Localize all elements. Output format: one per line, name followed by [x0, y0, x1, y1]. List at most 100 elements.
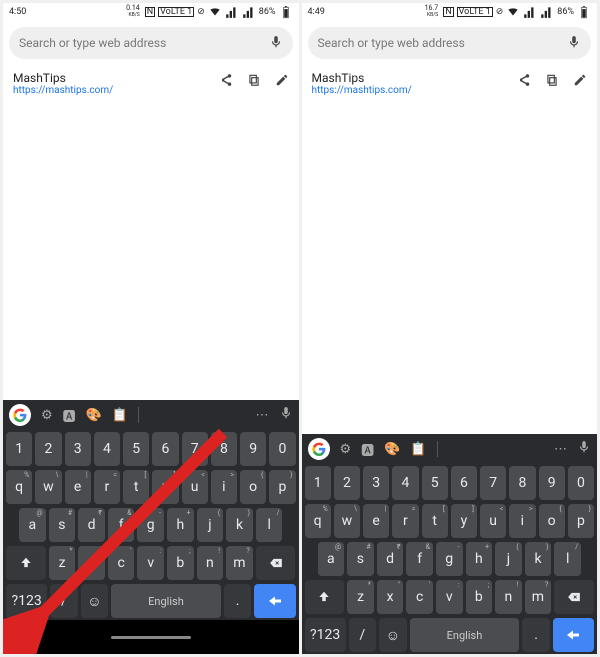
- key-1[interactable]: 1: [6, 432, 32, 466]
- key-x[interactable]: x": [78, 546, 105, 580]
- gesture-pill[interactable]: [111, 636, 191, 639]
- key-z[interactable]: z*: [49, 546, 76, 580]
- mic-icon[interactable]: [269, 35, 283, 52]
- gear-icon[interactable]: ⚙: [340, 442, 352, 457]
- edit-icon[interactable]: [275, 73, 289, 91]
- key-[interactable]: .: [522, 618, 549, 652]
- key-6[interactable]: 6: [152, 432, 178, 466]
- enter-key[interactable]: [553, 618, 594, 652]
- key-c[interactable]: c': [406, 580, 433, 614]
- key-n[interactable]: n!: [197, 546, 224, 580]
- key-a[interactable]: a@: [318, 542, 345, 576]
- mic-icon[interactable]: [567, 35, 581, 52]
- key-b[interactable]: b;: [466, 580, 493, 614]
- address-bar[interactable]: Search or type web address: [308, 27, 592, 59]
- key-123[interactable]: ?123: [6, 584, 47, 618]
- key-8[interactable]: 8: [211, 432, 237, 466]
- key-t[interactable]: t[: [123, 470, 149, 504]
- chevron-down-icon[interactable]: ⌄: [13, 634, 23, 648]
- key-5[interactable]: 5: [422, 466, 448, 500]
- shift-key[interactable]: [6, 546, 46, 580]
- key-i[interactable]: i>: [509, 504, 535, 538]
- key-h[interactable]: h+: [466, 542, 493, 576]
- key-m[interactable]: m?: [226, 546, 253, 580]
- key-u[interactable]: u<: [480, 504, 506, 538]
- key-d[interactable]: d₹: [377, 542, 404, 576]
- gear-icon[interactable]: ⚙: [41, 408, 53, 423]
- key-r[interactable]: r=: [392, 504, 418, 538]
- key-0[interactable]: 0: [568, 466, 594, 500]
- key-c[interactable]: c': [108, 546, 135, 580]
- key-h[interactable]: h+: [167, 508, 194, 542]
- key-g[interactable]: g-: [137, 508, 164, 542]
- key-English[interactable]: English: [410, 618, 520, 652]
- enter-key[interactable]: [254, 584, 295, 618]
- key-b[interactable]: b;: [167, 546, 194, 580]
- address-bar[interactable]: Search or type web address: [9, 27, 293, 59]
- key-7[interactable]: 7: [480, 466, 506, 500]
- google-icon[interactable]: [308, 438, 330, 460]
- key-q[interactable]: q%: [6, 470, 32, 504]
- key-r[interactable]: r=: [94, 470, 120, 504]
- suggestion-row[interactable]: MashTips https://mashtips.com/: [3, 65, 299, 102]
- key-i[interactable]: i>: [211, 470, 237, 504]
- key-m[interactable]: m?: [525, 580, 552, 614]
- share-icon[interactable]: [219, 73, 233, 91]
- key-e[interactable]: e|: [65, 470, 91, 504]
- kb-mic-icon[interactable]: [577, 440, 591, 458]
- key-n[interactable]: n!: [495, 580, 522, 614]
- clipboard-icon[interactable]: 📋: [112, 408, 128, 423]
- shift-key[interactable]: [305, 580, 345, 614]
- key-9[interactable]: 9: [240, 432, 266, 466]
- key-3[interactable]: 3: [363, 466, 389, 500]
- theme-icon[interactable]: 🎨: [86, 408, 102, 423]
- backspace-key[interactable]: [256, 546, 296, 580]
- key-p[interactable]: p}: [568, 504, 594, 538]
- key-l[interactable]: l/: [554, 542, 581, 576]
- key-y[interactable]: y]: [451, 504, 477, 538]
- key-5[interactable]: 5: [123, 432, 149, 466]
- key-u[interactable]: u<: [182, 470, 208, 504]
- key-e[interactable]: e|: [363, 504, 389, 538]
- key-f[interactable]: f&: [108, 508, 135, 542]
- translate-icon[interactable]: 🅰: [63, 406, 76, 425]
- key-p[interactable]: p}: [269, 470, 295, 504]
- key-l[interactable]: l/: [256, 508, 283, 542]
- key-4[interactable]: 4: [392, 466, 418, 500]
- key-English[interactable]: English: [111, 584, 221, 618]
- key-[interactable]: /: [349, 618, 376, 652]
- emoji-key[interactable]: ☺: [81, 584, 108, 618]
- clipboard-icon[interactable]: 📋: [410, 442, 426, 457]
- key-2[interactable]: 2: [334, 466, 360, 500]
- key-g[interactable]: g-: [436, 542, 463, 576]
- key-2[interactable]: 2: [35, 432, 61, 466]
- suggestion-row[interactable]: MashTips https://mashtips.com/: [302, 65, 598, 102]
- key-a[interactable]: a@: [19, 508, 46, 542]
- key-t[interactable]: t[: [422, 504, 448, 538]
- key-v[interactable]: v:: [436, 580, 463, 614]
- key-k[interactable]: k): [525, 542, 552, 576]
- key-j[interactable]: j(: [495, 542, 522, 576]
- key-o[interactable]: o{: [240, 470, 266, 504]
- key-8[interactable]: 8: [509, 466, 535, 500]
- key-o[interactable]: o{: [539, 504, 565, 538]
- key-[interactable]: .: [224, 584, 251, 618]
- key-[interactable]: /: [50, 584, 77, 618]
- share-icon[interactable]: [517, 73, 531, 91]
- key-k[interactable]: k): [226, 508, 253, 542]
- edit-icon[interactable]: [573, 73, 587, 91]
- key-f[interactable]: f&: [406, 542, 433, 576]
- key-9[interactable]: 9: [539, 466, 565, 500]
- emoji-key[interactable]: ☺: [379, 618, 406, 652]
- google-icon[interactable]: [9, 404, 31, 426]
- key-j[interactable]: j(: [197, 508, 224, 542]
- backspace-key[interactable]: [554, 580, 594, 614]
- key-y[interactable]: y]: [152, 470, 178, 504]
- key-6[interactable]: 6: [451, 466, 477, 500]
- more-icon[interactable]: ⋯: [554, 442, 567, 457]
- key-v[interactable]: v:: [137, 546, 164, 580]
- kb-mic-icon[interactable]: [279, 406, 293, 424]
- copy-icon[interactable]: [545, 73, 559, 91]
- key-s[interactable]: s#: [347, 542, 374, 576]
- key-d[interactable]: d₹: [78, 508, 105, 542]
